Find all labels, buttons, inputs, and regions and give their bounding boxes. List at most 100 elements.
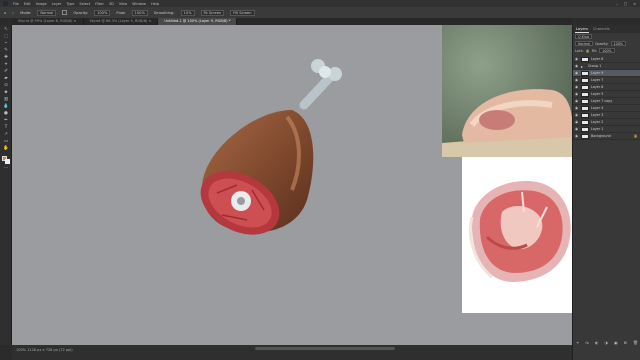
layer-thumbnail <box>581 77 589 83</box>
lock-icon[interactable]: 🔒 <box>586 49 590 53</box>
dodge-tool-icon[interactable]: ● <box>2 111 10 116</box>
layer-name: Layer 4 <box>591 106 604 110</box>
layer-row[interactable]: ◉ Layer 1 <box>573 126 640 133</box>
zoom-tool-icon[interactable]: ⌕ <box>12 11 14 15</box>
layer-name: Layer 9 <box>591 71 604 75</box>
menu-layer[interactable]: Layer <box>52 2 62 6</box>
flow-input[interactable]: 100% <box>131 9 148 16</box>
fit-screen-button[interactable]: Fit Screen <box>200 9 225 16</box>
layer-opacity-input[interactable]: 100% <box>610 41 626 46</box>
blur-tool-icon[interactable]: 💧 <box>2 104 10 109</box>
menu-edit[interactable]: Edit <box>24 2 31 6</box>
quick-select-tool-icon[interactable]: ✎ <box>2 48 10 53</box>
menu-type[interactable]: Type <box>66 2 74 6</box>
layer-name: Group 1 <box>588 64 602 68</box>
smoothing-input[interactable]: 10% <box>180 9 195 16</box>
visibility-eye-icon[interactable]: ◉ <box>575 113 579 117</box>
layer-row[interactable]: ◉ Layer 4 <box>573 105 640 112</box>
horizontal-scrollbar[interactable] <box>255 347 395 350</box>
fill-screen-button[interactable]: Fill Screen <box>230 9 255 16</box>
path-select-tool-icon[interactable]: ↗ <box>2 132 10 137</box>
layer-thumbnail <box>581 126 589 132</box>
visibility-eye-icon[interactable]: ◉ <box>575 134 579 138</box>
gradient-tool-icon[interactable]: ▥ <box>2 97 10 102</box>
layer-row-background[interactable]: ◉ Background 🔒 <box>573 133 640 140</box>
type-tool-icon[interactable]: T <box>2 125 10 130</box>
visibility-eye-icon[interactable]: ◉ <box>575 92 579 96</box>
layer-style-icon[interactable]: fx <box>585 340 589 345</box>
crop-tool-icon[interactable]: ✚ <box>2 55 10 60</box>
lasso-tool-icon[interactable]: ⌁ <box>2 41 10 46</box>
layer-row[interactable]: ◉ Layer 6 <box>573 84 640 91</box>
layer-row[interactable]: ◉ ▸ Group 1 <box>573 63 640 70</box>
folder-icon: ▸ <box>581 63 584 69</box>
options-bar: ⌂ ⌕ Mode: Normal Opacity: 100% Flow: 100… <box>0 7 640 18</box>
visibility-eye-icon[interactable]: ◉ <box>575 78 579 82</box>
home-icon[interactable]: ⌂ <box>4 11 6 15</box>
menu-file[interactable]: File <box>13 2 19 6</box>
visibility-eye-icon[interactable]: ◉ <box>575 57 579 61</box>
visibility-eye-icon[interactable]: ◉ <box>575 106 579 110</box>
background-color-swatch[interactable] <box>4 158 10 164</box>
eraser-tool-icon[interactable]: ⬥ <box>2 90 10 95</box>
layer-row-selected[interactable]: ◉ Layer 9 <box>573 70 640 77</box>
layer-row[interactable]: ◉ Layer 7 copy <box>573 98 640 105</box>
mode-select[interactable]: Normal <box>37 9 57 16</box>
layer-thumbnail <box>581 105 589 111</box>
move-tool-icon[interactable]: ↖ <box>2 27 10 32</box>
tab-skyrid-2[interactable]: Skyrid @ 66.3% (Layer 5, RGB/8) × <box>84 18 159 25</box>
airbrush-toggle[interactable] <box>62 10 68 15</box>
visibility-eye-icon[interactable]: ◉ <box>575 71 579 75</box>
menu-filter[interactable]: Filter <box>95 2 104 6</box>
blend-mode-select[interactable]: Normal <box>575 41 593 46</box>
minimize-button[interactable]: – <box>616 2 618 6</box>
link-layers-icon[interactable]: ⚭ <box>576 340 579 345</box>
tab-channels[interactable]: Channels <box>592 25 611 33</box>
visibility-eye-icon[interactable]: ◉ <box>575 64 579 68</box>
add-mask-icon[interactable]: ◐ <box>595 340 598 345</box>
adjustment-layer-icon[interactable]: ◑ <box>605 340 608 345</box>
maximize-button[interactable]: □ <box>624 2 627 6</box>
marquee-tool-icon[interactable]: ⬚ <box>2 34 10 39</box>
layer-name: Background <box>591 134 611 138</box>
photoshop-logo-icon[interactable] <box>3 1 8 6</box>
new-layer-icon[interactable]: ⊞ <box>624 340 627 345</box>
layers-panel-footer: ⚭ fx ◐ ◑ ▣ ⊞ 🗑 <box>573 339 640 346</box>
shape-tool-icon[interactable]: ▭ <box>2 139 10 144</box>
history-brush-tool-icon[interactable]: ⊙ <box>2 83 10 88</box>
tab-layers[interactable]: Layers <box>575 25 589 33</box>
layer-row[interactable]: ◉ Layer 3 <box>573 112 640 119</box>
layer-thumbnail <box>581 70 589 76</box>
visibility-eye-icon[interactable]: ◉ <box>575 127 579 131</box>
brush-tool-icon[interactable]: ✐ <box>2 69 10 74</box>
visibility-eye-icon[interactable]: ◉ <box>575 120 579 124</box>
menu-3d[interactable]: 3D <box>109 2 114 6</box>
opacity-input[interactable]: 100% <box>94 9 111 16</box>
visibility-eye-icon[interactable]: ◉ <box>575 99 579 103</box>
tab-skyrid-1[interactable]: Skyrid @ 59% (Layer 8, RGB/8) × <box>12 18 84 25</box>
mode-label: Mode: <box>20 10 32 15</box>
new-group-icon[interactable]: ▣ <box>614 340 618 345</box>
pen-tool-icon[interactable]: ✒ <box>2 118 10 123</box>
trash-icon[interactable]: 🗑 <box>633 340 638 345</box>
layer-row[interactable]: ◉ Layer 5 <box>573 91 640 98</box>
menu-image[interactable]: Image <box>36 2 47 6</box>
layer-kind-filter[interactable]: Q Kind <box>575 34 592 39</box>
visibility-eye-icon[interactable]: ◉ <box>575 85 579 89</box>
stamp-tool-icon[interactable]: ▰ <box>2 76 10 81</box>
fill-input[interactable]: 100% <box>599 48 615 53</box>
layer-row[interactable]: ◉ Layer 8 <box>573 56 640 63</box>
fill-label: Fill: <box>591 48 598 53</box>
edit-toolbar-icon[interactable]: ··· <box>2 166 10 171</box>
menu-help[interactable]: Help <box>151 2 159 6</box>
menu-view[interactable]: View <box>119 2 127 6</box>
hand-tool-icon[interactable]: ✋ <box>2 146 10 151</box>
tab-untitled-1[interactable]: Untitled-1 @ 100% (Layer 9, RGB/8) * <box>158 18 238 25</box>
close-button[interactable]: × <box>633 2 636 6</box>
layer-row[interactable]: ◉ Layer 2 <box>573 119 640 126</box>
menu-window[interactable]: Window <box>132 2 146 6</box>
menu-select[interactable]: Select <box>79 2 90 6</box>
eyedropper-tool-icon[interactable]: ⌖ <box>2 62 10 67</box>
layer-row[interactable]: ◉ Layer 7 <box>573 77 640 84</box>
status-text: 100% 1128 px x 728 px (72 ppi) <box>16 348 73 352</box>
